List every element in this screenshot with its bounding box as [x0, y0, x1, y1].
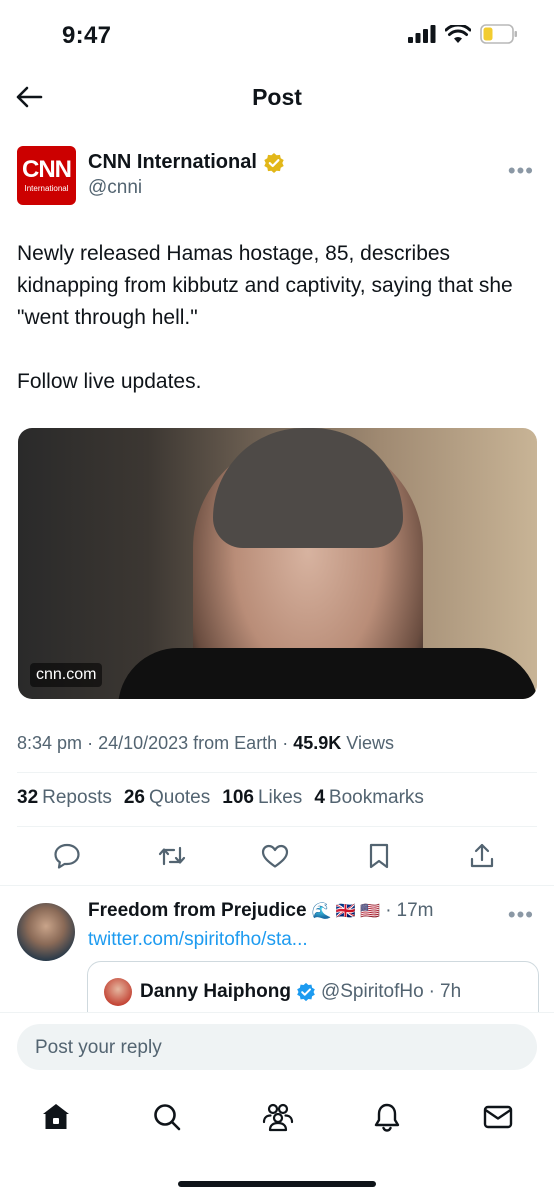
author-name-text: CNN International	[88, 151, 257, 173]
notifications-icon	[374, 1103, 400, 1132]
reply-header: Freedom from Prejudice 🌊 🇬🇧 🇺🇸 · 17m	[88, 900, 434, 922]
home-icon	[43, 1104, 69, 1129]
divider	[0, 885, 554, 886]
bookmarks-count: 4	[314, 787, 325, 808]
reply-icon	[54, 843, 80, 869]
bookmarks-label: Bookmarks	[328, 787, 424, 808]
reply-author-emojis: 🌊 🇬🇧 🇺🇸	[311, 903, 381, 920]
reposts-label: Reposts	[42, 787, 112, 808]
tweet-date: 24/10/2023	[98, 733, 189, 753]
tab-messages[interactable]	[478, 1097, 518, 1137]
quote-header: Danny Haiphong @SpiritofHo · 7h	[140, 981, 462, 1002]
search-icon	[154, 1104, 181, 1131]
reply-button[interactable]	[47, 836, 87, 876]
share-icon	[470, 843, 494, 868]
quotes-label: Quotes	[148, 787, 211, 808]
quotes-count: 26	[123, 787, 145, 808]
tab-communities[interactable]	[258, 1097, 298, 1137]
like-button[interactable]	[255, 836, 295, 876]
tab-home[interactable]	[36, 1097, 76, 1137]
author-name[interactable]: CNN International	[88, 151, 285, 174]
reply-avatar[interactable]	[17, 903, 75, 961]
media-card[interactable]: cnn.com	[18, 428, 537, 699]
reply-author-name[interactable]: Freedom from Prejudice	[88, 900, 307, 922]
action-bar	[0, 836, 554, 876]
divider	[17, 826, 537, 827]
status-icons	[408, 24, 518, 44]
avatar[interactable]: CNN International	[17, 146, 76, 205]
author-handle[interactable]: @cnni	[88, 177, 142, 199]
battery-icon	[480, 24, 517, 44]
quote-avatar	[104, 978, 132, 1006]
tweet-text: Newly released Hamas hostage, 85, descri…	[17, 238, 537, 398]
media-caption: cnn.com	[30, 663, 103, 687]
page-title: Post	[252, 84, 302, 110]
verified-badge-icon	[297, 982, 315, 1002]
messages-icon	[483, 1105, 513, 1129]
tweet-text-followup: Follow live updates.	[17, 370, 202, 393]
quote-author-name: Danny Haiphong	[140, 981, 291, 1002]
verified-badge-icon	[264, 152, 284, 173]
repost-icon	[158, 846, 186, 866]
communities-icon	[262, 1103, 294, 1132]
bookmarks-stat[interactable]: 4 Bookmarks	[314, 787, 424, 809]
more-icon[interactable]: •••	[508, 902, 534, 928]
tweet-source: from Earth	[193, 733, 278, 753]
more-icon[interactable]: •••	[508, 158, 534, 184]
views-label: Views	[346, 733, 394, 753]
likes-stat[interactable]: 106 Likes	[222, 787, 302, 809]
reply-input-placeholder: Post your reply	[35, 1037, 162, 1058]
divider	[17, 772, 537, 773]
like-icon	[261, 844, 289, 868]
quote-time: 7h	[440, 981, 462, 1002]
views-count: 45.9K	[293, 733, 342, 753]
reposts-stat[interactable]: 32 Reposts	[17, 787, 112, 809]
logo-text: CNN	[22, 156, 72, 183]
engagement-stats: 32 Reposts 26 Quotes 106 Likes 4 Bookmarks	[17, 787, 424, 809]
logo-subtext: International	[24, 184, 69, 193]
wifi-icon	[445, 24, 471, 43]
tweet-time: 8:34 pm	[17, 733, 83, 753]
photo-hair	[213, 428, 403, 548]
tweet-text-main: Newly released Hamas hostage, 85, descri…	[17, 242, 513, 329]
tab-search[interactable]	[147, 1097, 187, 1137]
reply-time: 17m	[396, 900, 434, 921]
bookmark-icon	[369, 843, 389, 869]
tab-notifications[interactable]	[367, 1097, 407, 1137]
repost-button[interactable]	[152, 836, 192, 876]
tweet-meta: 8:34 pm · 24/10/2023 from Earth · 45.9K …	[17, 733, 394, 753]
share-button[interactable]	[462, 836, 502, 876]
status-time: 9:47	[62, 22, 112, 49]
bookmark-button[interactable]	[359, 836, 399, 876]
photo-shirt	[118, 648, 537, 699]
quotes-stat[interactable]: 26 Quotes	[124, 787, 210, 809]
quote-author-handle: @SpiritofHo	[320, 981, 424, 1002]
likes-count: 106	[222, 787, 254, 808]
reply-link[interactable]: twitter.com/spiritofho/sta...	[88, 929, 308, 951]
likes-label: Likes	[257, 787, 303, 808]
reply-input[interactable]: Post your reply	[17, 1024, 537, 1070]
reposts-count: 32	[17, 787, 39, 808]
home-indicator	[178, 1181, 376, 1187]
signal-icon	[408, 25, 436, 43]
